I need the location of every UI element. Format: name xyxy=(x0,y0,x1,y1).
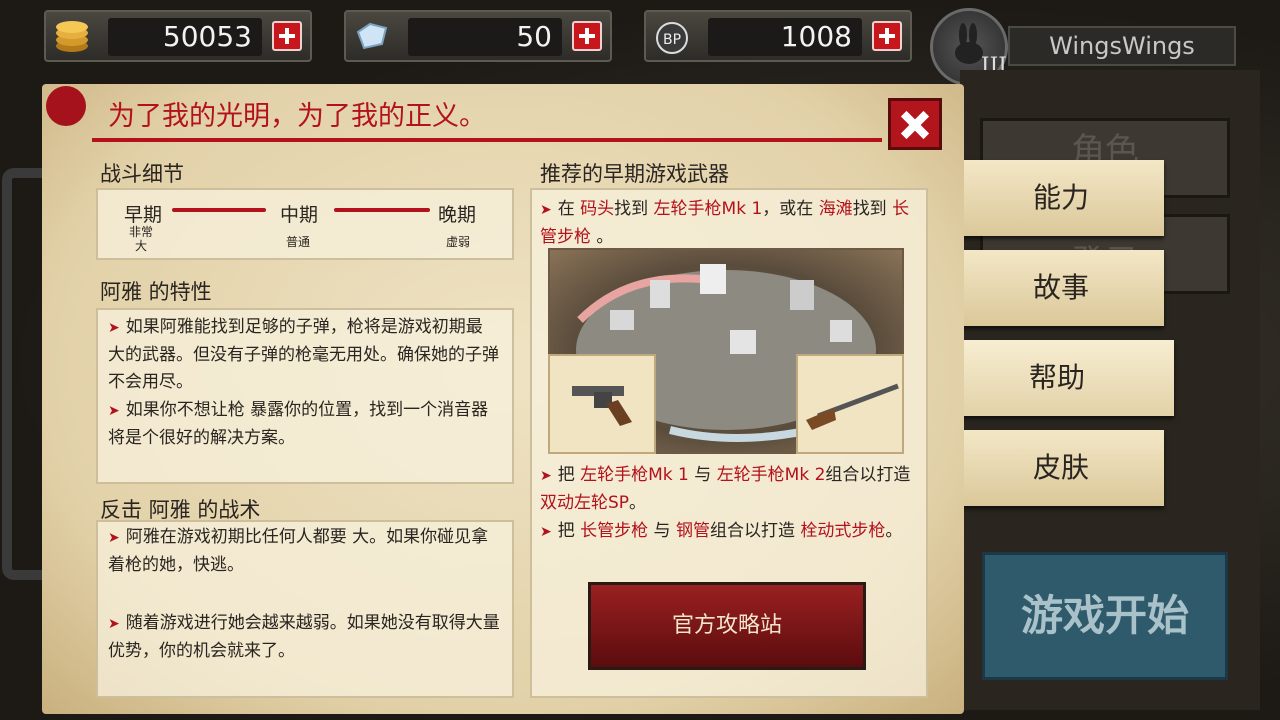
revolver-icon xyxy=(572,386,632,426)
tip-word: 。 xyxy=(596,227,614,247)
combo-word: 与 xyxy=(653,521,671,541)
combo-word: 组合以打造 xyxy=(709,521,795,541)
combo-word: 组合以打造 xyxy=(825,465,911,485)
tactic-item-2: ➤ 随着游戏进行她会越来越弱。如果她没有取得大量优势，你的机会就来了。 xyxy=(108,610,500,665)
item-bolt-action-rifle: 栓动式步枪 xyxy=(800,521,886,541)
phase-connector-2 xyxy=(334,208,430,212)
phase-late-label: 晚期 xyxy=(438,204,477,226)
gem-currency: 50 xyxy=(344,10,612,62)
tab-skin[interactable]: 皮肤 xyxy=(958,430,1164,506)
close-button[interactable] xyxy=(888,98,942,150)
bp-currency: BP 1008 xyxy=(644,10,912,62)
phase-early-strength: 非常 大 xyxy=(128,225,153,253)
add-gems-button[interactable] xyxy=(572,21,602,51)
start-game-button[interactable]: 游戏开始 xyxy=(982,552,1228,680)
item-revolver-mk1: 左轮手枪Mk 1 xyxy=(653,199,763,219)
tab-help[interactable]: 帮助 xyxy=(940,340,1174,416)
combo-word: 与 xyxy=(694,465,712,485)
bp-amount: 1008 xyxy=(708,18,862,56)
item-long-rifle: 长管步枪 xyxy=(580,521,649,541)
tactic-item-1: ➤ 阿雅在游戏初期比任何人都要 大。如果你碰见拿着枪的她，快逃。 xyxy=(108,524,500,579)
diamond-icon xyxy=(356,22,388,50)
combo-word: 。 xyxy=(885,521,903,541)
bp-pawprint-icon: BP xyxy=(656,22,688,54)
weapon-find-tip: ➤ 在 码头找到 左轮手枪Mk 1，或在 海滩找到 长管步枪 。 xyxy=(540,196,916,251)
combo-word: 把 xyxy=(557,465,575,485)
dialog-title: 为了我的光明，为了我的正义。 xyxy=(108,101,486,132)
tactic-text-2: 随着游戏进行她会越来越弱。如果她没有取得大量优势，你的机会就来了。 xyxy=(108,613,500,661)
bullet-arrow-icon: ➤ xyxy=(108,616,120,632)
phase-early-label: 早期 xyxy=(124,204,163,226)
bullet-arrow-icon: ➤ xyxy=(108,530,120,546)
tip-word: 找到 xyxy=(852,199,887,219)
traits-heading: 阿雅 的特性 xyxy=(100,280,212,304)
phase-late-strength: 虚弱 xyxy=(446,235,471,249)
gold-currency: 50053 xyxy=(44,10,312,62)
gold-amount: 50053 xyxy=(108,18,262,56)
bp-label: BP xyxy=(663,32,681,48)
gem-amount: 50 xyxy=(408,18,562,56)
add-bp-button[interactable] xyxy=(872,21,902,51)
bullet-arrow-icon: ➤ xyxy=(108,403,120,419)
item-steel-pipe: 钢管 xyxy=(675,521,710,541)
item-revolver-mk1: 左轮手枪Mk 1 xyxy=(580,465,689,485)
weapon-combo-2: ➤ 把 长管步枪 与 钢管组合以打造 栓动式步枪。 xyxy=(540,518,916,546)
add-gold-button[interactable] xyxy=(272,21,302,51)
bullet-arrow-icon: ➤ xyxy=(108,320,120,336)
phase-mid-label: 中期 xyxy=(280,204,319,226)
revolver-image xyxy=(548,354,656,454)
item-revolver-mk2: 左轮手枪Mk 2 xyxy=(716,465,826,485)
bullet-arrow-icon: ➤ xyxy=(540,468,552,484)
phase-mid-strength: 普通 xyxy=(286,235,311,249)
location-beach: 海滩 xyxy=(818,199,853,219)
tab-ability[interactable]: 能力 xyxy=(958,160,1164,236)
item-double-action-revolver: 双动左轮SP xyxy=(540,493,630,513)
battle-details-heading: 战斗细节 xyxy=(100,162,184,186)
location-dock: 码头 xyxy=(580,199,615,219)
bullet-arrow-icon: ➤ xyxy=(540,202,552,218)
trait-text-2: 如果你不想让枪 暴露你的位置，找到一个消音器将是个很好的解决方案。 xyxy=(108,400,489,448)
bullet-arrow-icon: ➤ xyxy=(540,524,552,540)
long-rifle-image xyxy=(796,354,904,454)
title-underline xyxy=(92,138,882,142)
trait-text-1: 如果阿雅能找到足够的子弹，枪将是游戏初期最 大的武器。但没有子弹的枪毫无用处。确… xyxy=(108,317,499,392)
username: WingsWings xyxy=(1008,26,1236,66)
phase-connector-1 xyxy=(172,208,266,212)
gold-coins-icon xyxy=(56,21,88,52)
tip-word: 在 xyxy=(557,199,575,219)
tip-word: 找到 xyxy=(614,199,649,219)
weapons-heading: 推荐的早期游戏武器 xyxy=(540,162,729,186)
trait-item-1: ➤ 如果阿雅能找到足够的子弹，枪将是游戏初期最 大的武器。但没有子弹的枪毫无用处。… xyxy=(108,314,500,396)
tactic-text-1: 阿雅在游戏初期比任何人都要 大。如果你碰见拿着枪的她，快逃。 xyxy=(108,527,489,575)
blood-splatter-decoration xyxy=(46,86,86,126)
combo-word: 把 xyxy=(557,521,575,541)
tab-story[interactable]: 故事 xyxy=(958,250,1164,326)
weapon-combo-1: ➤ 把 左轮手枪Mk 1 与 左轮手枪Mk 2组合以打造 双动左轮SP。 xyxy=(540,462,916,517)
combo-word: 。 xyxy=(629,493,647,513)
tip-word: ，或在 xyxy=(762,199,814,219)
official-guide-button[interactable]: 官方攻略站 xyxy=(588,582,866,670)
trait-item-2: ➤ 如果你不想让枪 暴露你的位置，找到一个消音器将是个很好的解决方案。 xyxy=(108,397,500,452)
rifle-icon xyxy=(806,383,899,430)
